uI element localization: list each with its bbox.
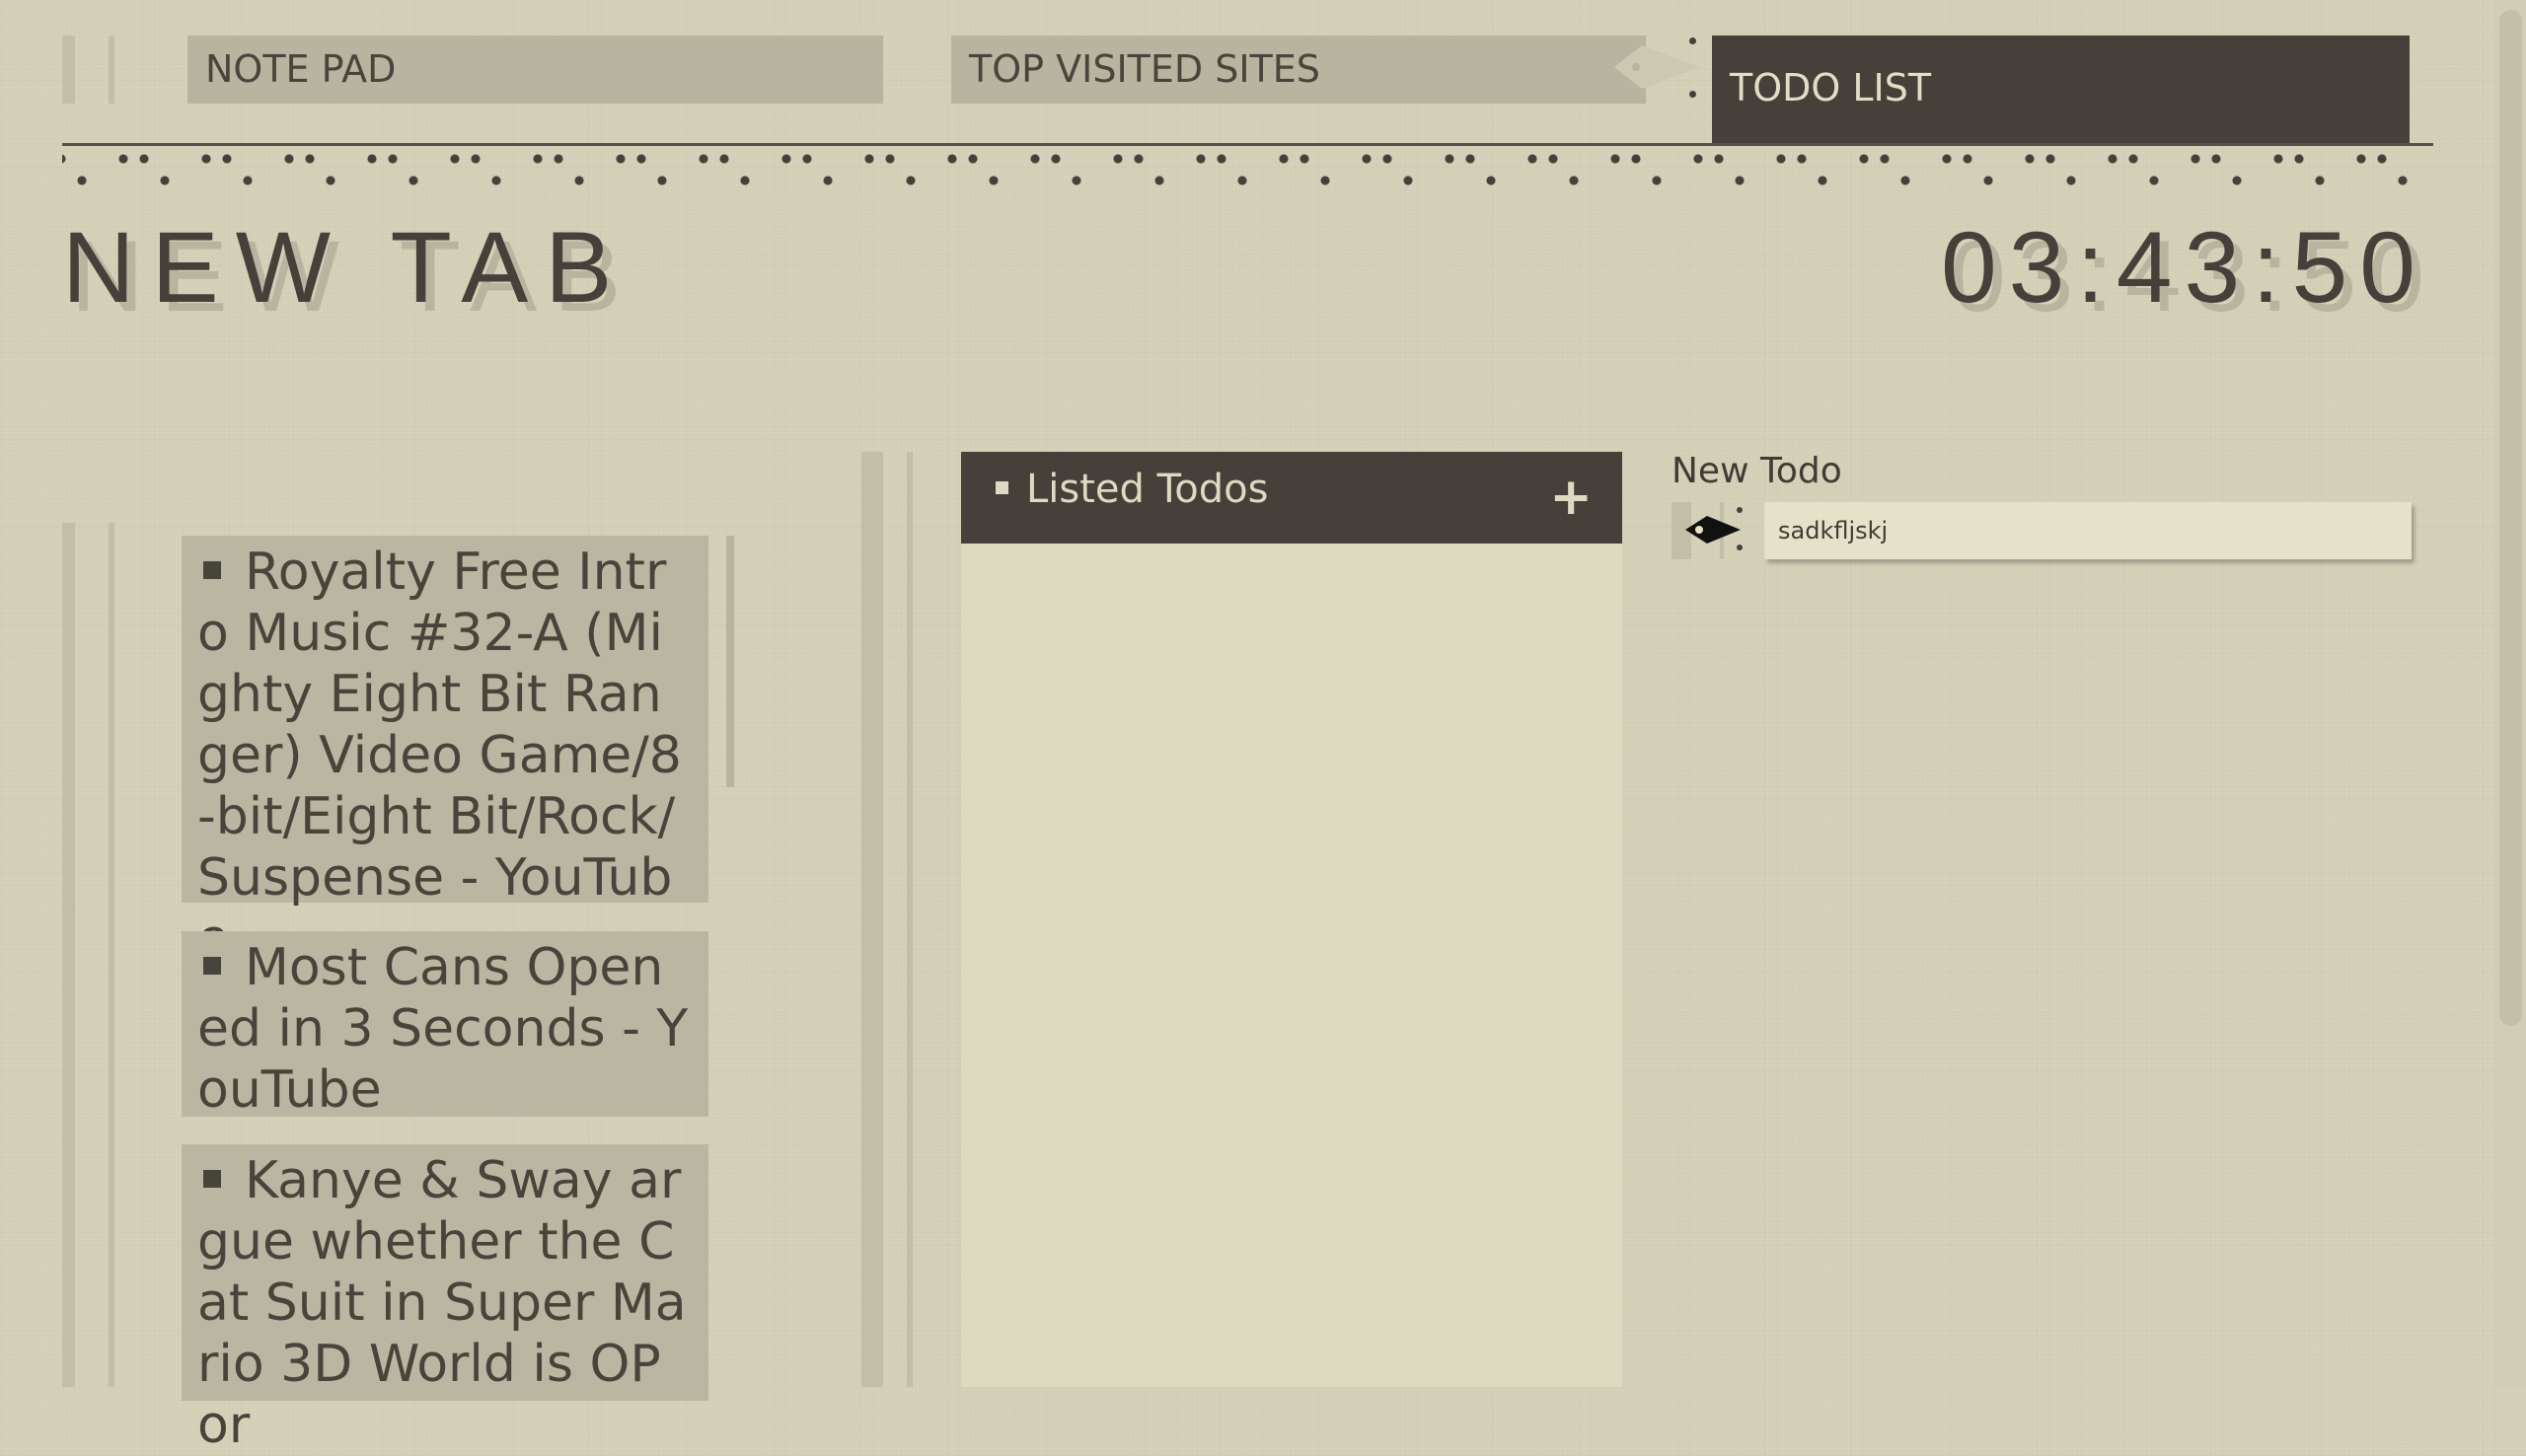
new-todo-input[interactable] xyxy=(1764,502,2412,559)
bullet-icon xyxy=(203,1170,221,1188)
header-divider xyxy=(62,143,2433,146)
sites-scrollbar[interactable] xyxy=(726,536,734,787)
decor-stripe xyxy=(109,36,114,104)
pen-nib-icon[interactable] xyxy=(1683,510,1745,549)
todos-list xyxy=(961,544,1622,1387)
decor-stripe xyxy=(62,36,75,104)
site-item[interactable]: Royalty Free Intro Music #32-A (Mighty E… xyxy=(182,536,708,969)
tab-pointer-icon xyxy=(1614,45,1699,89)
site-item-label: Royalty Free Intro Music #32-A (Mighty E… xyxy=(197,543,682,969)
decor-stripe xyxy=(62,523,75,1387)
decor-dot xyxy=(1737,545,1743,550)
new-todo-label: New Todo xyxy=(1672,451,1842,491)
dotted-divider xyxy=(62,148,2433,191)
listed-todos-header: Listed Todos + xyxy=(961,452,1622,544)
listed-todos-title: Listed Todos xyxy=(1026,467,1269,512)
tab-todo-list[interactable]: TODO LIST xyxy=(1712,36,2410,145)
site-item-label: Kanye & Sway argue whether the Cat Suit … xyxy=(197,1151,687,1455)
bullet-icon xyxy=(203,957,221,975)
page-scrollbar[interactable] xyxy=(2495,0,2526,1387)
site-item[interactable]: Most Cans Opened in 3 Seconds - YouTube xyxy=(182,931,708,1120)
decor-stripe xyxy=(907,452,913,1387)
clock: 03:43:50 xyxy=(1940,211,2427,324)
bullet-icon xyxy=(996,480,1008,494)
decor-dot xyxy=(1737,507,1743,513)
site-item[interactable]: Kanye & Sway argue whether the Cat Suit … xyxy=(182,1144,708,1455)
decor-stripe xyxy=(861,452,883,1387)
tab-note-pad[interactable]: NOTE PAD xyxy=(187,36,883,104)
page-title: NEW TAB xyxy=(62,211,630,324)
site-item-label: Most Cans Opened in 3 Seconds - YouTube xyxy=(197,938,689,1120)
decor-stripe xyxy=(109,523,114,1387)
decor-dot xyxy=(1689,37,1696,44)
tab-top-visited-sites[interactable]: TOP VISITED SITES xyxy=(951,36,1646,104)
add-todo-button[interactable]: + xyxy=(1549,472,1593,523)
decor-dot xyxy=(1689,91,1696,98)
page-scrollbar-thumb[interactable] xyxy=(2499,10,2522,1026)
bullet-icon xyxy=(203,561,221,579)
